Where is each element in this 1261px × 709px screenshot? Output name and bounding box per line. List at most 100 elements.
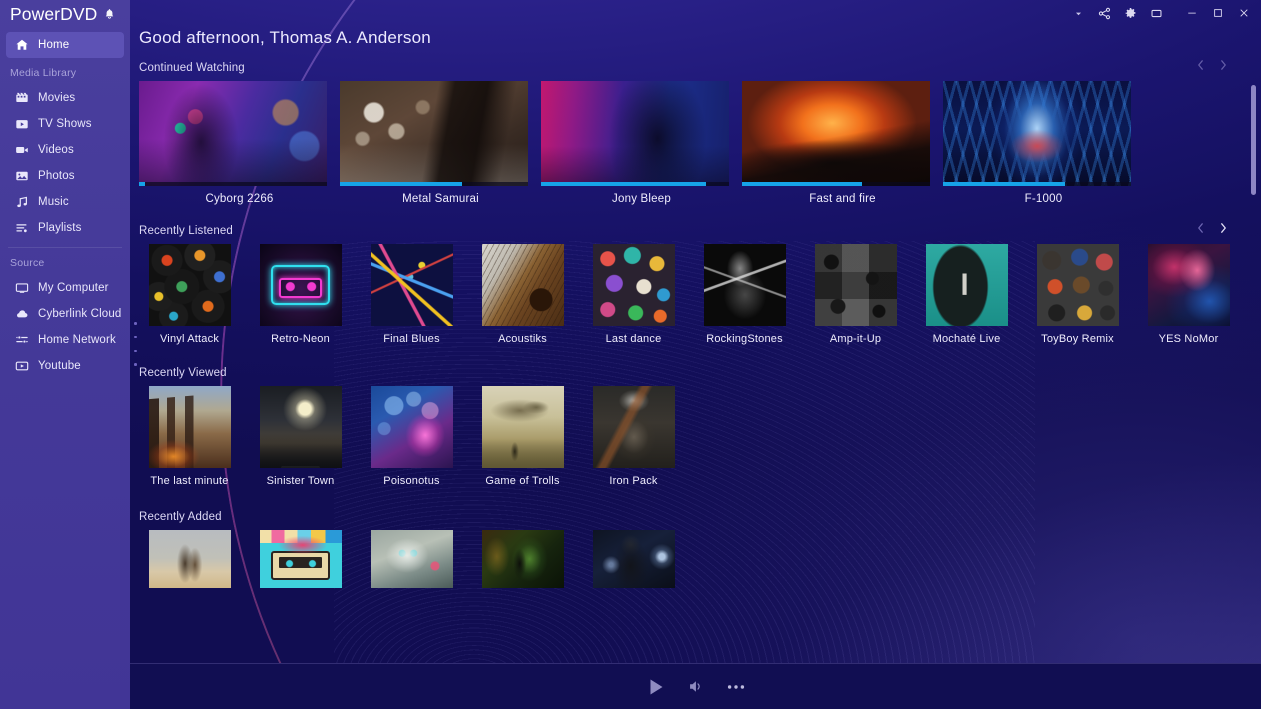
progress-bar: [742, 182, 930, 186]
carousel-row: Cyborg 2266 Metal Samurai: [130, 81, 1261, 205]
media-title: Sinister Town: [245, 475, 356, 487]
media-tile[interactable]: Poisonotus: [356, 386, 467, 487]
media-title: Jony Bleep: [541, 193, 742, 205]
media-title: Game of Trolls: [467, 475, 578, 487]
media-thumbnail: [704, 244, 786, 326]
media-tile[interactable]: [245, 530, 356, 595]
media-thumbnail: [149, 530, 231, 588]
media-thumbnail: [593, 386, 675, 468]
media-tile[interactable]: Last dance: [578, 244, 689, 345]
sidebar-item-label: TV Shows: [38, 118, 92, 130]
maximize-icon[interactable]: [1205, 0, 1231, 26]
media-tile[interactable]: Jony Bleep: [541, 81, 742, 205]
carousel-row: Vinyl Attack Retro-Neon: [130, 244, 1261, 345]
dropdown-icon[interactable]: [1065, 0, 1091, 26]
sidebar-item-music[interactable]: Music: [6, 189, 124, 215]
section-recently-added: Recently Added: [130, 511, 1261, 595]
media-thumbnail: [371, 530, 453, 588]
media-title: Mochaté Live: [911, 333, 1022, 345]
media-title: Fast and fire: [742, 193, 943, 205]
media-tile[interactable]: Final Blues: [356, 244, 467, 345]
media-tile[interactable]: F-1000: [943, 81, 1144, 205]
section-title: Recently Added: [130, 511, 1261, 523]
sidebar-item-home[interactable]: Home: [6, 32, 124, 58]
media-tile[interactable]: Vinyl Attack: [134, 244, 245, 345]
sidebar-item-tv-shows[interactable]: TV Shows: [6, 111, 124, 137]
media-tile[interactable]: RockingStones: [689, 244, 800, 345]
chevron-right-icon[interactable]: [1218, 58, 1229, 72]
media-thumbnail: [149, 386, 231, 468]
sidebar-item-playlists[interactable]: Playlists: [6, 215, 124, 241]
sidebar-item-movies[interactable]: Movies: [6, 85, 124, 111]
chevron-left-icon[interactable]: [1195, 58, 1206, 72]
media-thumbnail: [593, 530, 675, 588]
media-title: Amp-it-Up: [800, 333, 911, 345]
cloud-icon: [15, 307, 29, 321]
media-thumbnail: [815, 244, 897, 326]
media-thumbnail: [1148, 244, 1230, 326]
sidebar-item-label: Cyberlink Cloud: [38, 308, 121, 320]
media-tile[interactable]: Iron Pack: [578, 386, 689, 487]
volume-button[interactable]: [688, 678, 705, 695]
sidebar-item-youtube[interactable]: Youtube: [6, 353, 124, 379]
media-tile[interactable]: [134, 530, 245, 595]
row-nav: [1195, 221, 1229, 235]
media-tile[interactable]: Cyborg 2266: [139, 81, 340, 205]
media-tile[interactable]: The last minute: [134, 386, 245, 487]
section-continued-watching: Continued Watching: [130, 62, 1261, 205]
sidebar-item-label: Videos: [38, 144, 74, 156]
media-thumbnail: [371, 244, 453, 326]
main-content: Good afternoon, Thomas A. Anderson Conti…: [130, 0, 1261, 709]
media-tile[interactable]: Fast and fire: [742, 81, 943, 205]
play-button[interactable]: [646, 677, 666, 697]
media-tile[interactable]: [356, 530, 467, 595]
media-title: YES NoMor: [1133, 333, 1244, 345]
bell-icon[interactable]: [103, 8, 116, 21]
media-title: Metal Samurai: [340, 193, 541, 205]
sidebar-item-photos[interactable]: Photos: [6, 163, 124, 189]
media-tile[interactable]: [578, 530, 689, 595]
media-thumbnail: [1037, 244, 1119, 326]
carousel-row: [130, 530, 1261, 595]
share-icon[interactable]: [1091, 0, 1117, 26]
media-thumbnail: [593, 244, 675, 326]
media-tile[interactable]: ToyBoy Remix: [1022, 244, 1133, 345]
row-nav: [1195, 58, 1229, 72]
progress-bar: [340, 182, 528, 186]
media-tile[interactable]: [467, 530, 578, 595]
sidebar-item-videos[interactable]: Videos: [6, 137, 124, 163]
sidebar: PowerDVD Home Media Library Movies: [0, 0, 130, 709]
media-tile[interactable]: Acoustiks: [467, 244, 578, 345]
chevron-left-icon[interactable]: [1195, 221, 1206, 235]
section-recently-viewed: Recently Viewed The last minute: [130, 367, 1261, 487]
media-title: F-1000: [943, 193, 1144, 205]
cast-icon[interactable]: [1143, 0, 1169, 26]
close-icon[interactable]: [1231, 0, 1257, 26]
more-button[interactable]: [727, 684, 745, 690]
media-title: ToyBoy Remix: [1022, 333, 1133, 345]
media-tile[interactable]: Retro-Neon: [245, 244, 356, 345]
media-tile[interactable]: Sinister Town: [245, 386, 356, 487]
sidebar-item-home-network[interactable]: Home Network: [6, 327, 124, 353]
media-tile[interactable]: Metal Samurai: [340, 81, 541, 205]
media-tile[interactable]: YES NoMor: [1133, 244, 1244, 345]
movie-icon: [15, 91, 29, 105]
sidebar-group-title-media-library: Media Library: [0, 67, 130, 79]
vertical-scrollbar[interactable]: [1251, 30, 1256, 657]
sidebar-item-cyberlink-cloud[interactable]: Cyberlink Cloud: [6, 301, 124, 327]
media-tile[interactable]: Amp-it-Up: [800, 244, 911, 345]
media-thumbnail: [742, 81, 930, 186]
scrollbar-thumb[interactable]: [1251, 85, 1256, 195]
progress-bar: [943, 182, 1131, 186]
minimize-icon[interactable]: [1179, 0, 1205, 26]
media-thumbnail: [260, 530, 342, 588]
media-tile[interactable]: Game of Trolls: [467, 386, 578, 487]
media-thumbnail: [943, 81, 1131, 186]
window-titlebar: [1065, 0, 1261, 26]
sidebar-item-my-computer[interactable]: My Computer: [6, 275, 124, 301]
media-title: Final Blues: [356, 333, 467, 345]
carousel-row: The last minute Sinister Town: [130, 386, 1261, 487]
gear-icon[interactable]: [1117, 0, 1143, 26]
media-tile[interactable]: Mochaté Live: [911, 244, 1022, 345]
chevron-right-icon[interactable]: [1218, 221, 1229, 235]
